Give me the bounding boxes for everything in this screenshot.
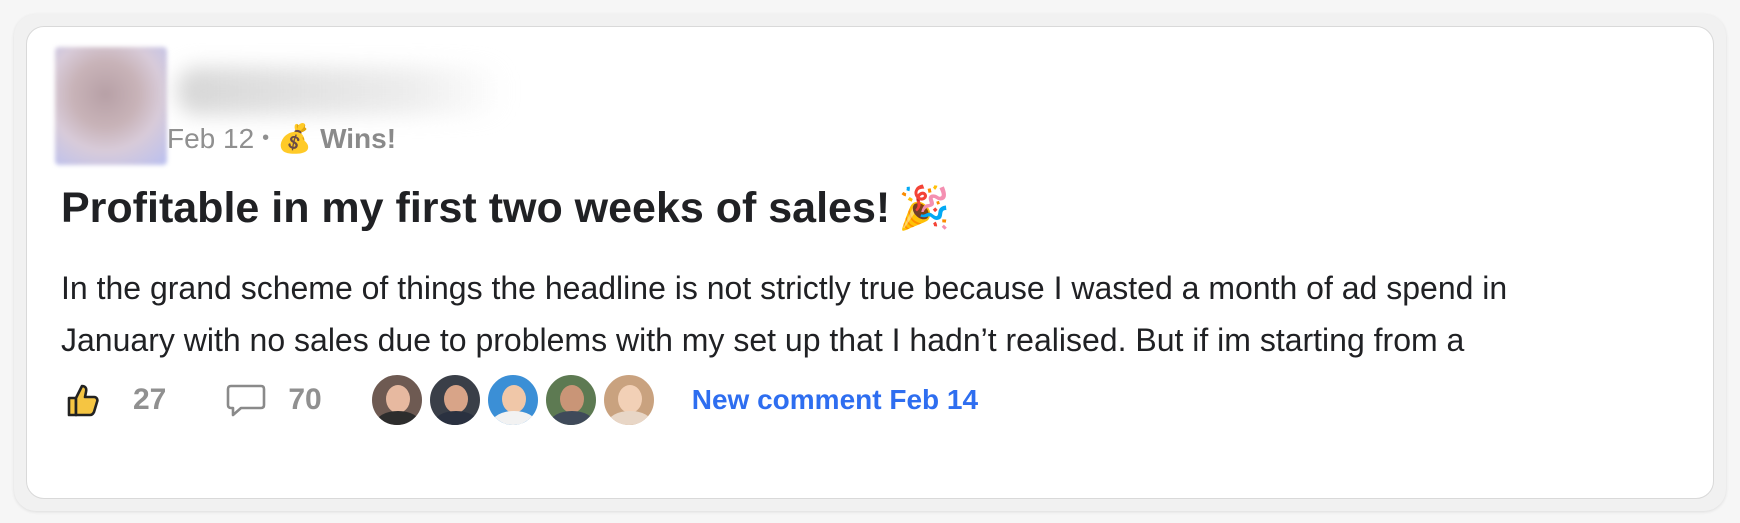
commenter-avatar-4[interactable] — [543, 373, 598, 427]
post-category[interactable]: Wins! — [320, 123, 396, 155]
post-title-text: Profitable in my first two weeks of sale… — [61, 184, 891, 232]
new-comment-link[interactable]: New comment Feb 14 — [692, 384, 978, 416]
commenter-avatar-2[interactable] — [427, 373, 482, 427]
post-date: Feb 12 — [167, 122, 255, 154]
post-body[interactable]: In the grand scheme of things the headli… — [61, 262, 1701, 366]
like-count: 27 — [133, 383, 167, 416]
meta-separator: • — [262, 127, 270, 149]
party-popper-icon: 🎉 — [898, 184, 951, 231]
thumbs-up-icon[interactable] — [61, 378, 105, 422]
commenter-avatars[interactable] — [369, 373, 660, 427]
comment-count: 70 — [288, 383, 322, 416]
post-meta: Feb 12 • 💰 Wins! — [167, 122, 396, 155]
post-title[interactable]: Profitable in my first two weeks of sale… — [61, 184, 950, 233]
author-name-redacted[interactable] — [177, 67, 507, 115]
author-avatar[interactable] — [55, 47, 167, 165]
post-card[interactable]: Feb 12 • 💰 Wins! Profitable in my first … — [26, 26, 1714, 499]
commenter-avatar-3[interactable] — [485, 373, 540, 427]
post-body-line: January with no sales due to problems wi… — [61, 322, 1465, 358]
post-body-line: In the grand scheme of things the headli… — [61, 270, 1508, 306]
commenter-avatar-1[interactable] — [369, 373, 424, 427]
post-actions: 27 70 New comment Feb 14 — [61, 372, 978, 428]
money-bag-icon: 💰 — [277, 123, 313, 154]
comment-icon[interactable] — [224, 378, 268, 422]
commenter-avatar-5[interactable] — [601, 373, 656, 427]
